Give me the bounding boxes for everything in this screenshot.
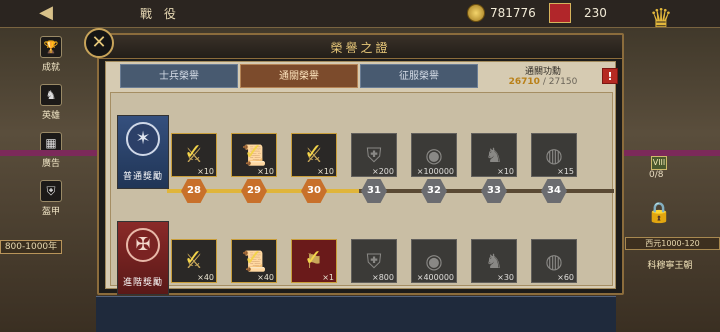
left-era-label[interactable]: 800-1000年 (0, 240, 62, 254)
normal-reward-6[interactable]: ♞ ×10 (471, 133, 517, 177)
trophy-icon: 🏆 (40, 36, 62, 58)
reward-quantity: ×60 (557, 273, 574, 282)
advanced-reward-1[interactable]: ⚔ ✓ ×40 (171, 239, 217, 283)
normal-reward-2[interactable]: 📜 ✓ ×10 (231, 133, 277, 177)
check-icon: ✓ (244, 246, 263, 271)
check-icon: ✓ (304, 246, 323, 271)
reward-quantity: ×10 (197, 167, 214, 176)
level-node-31: 31 (361, 179, 387, 203)
normal-reward-label: 普通獎勵 (122, 172, 163, 182)
normal-reward-5[interactable]: ◉ ×100000 (411, 133, 457, 177)
reward-quantity: ×1 (322, 273, 334, 282)
normal-reward-1[interactable]: ⚔ ✓ ×10 (171, 133, 217, 177)
modal-header: 榮譽之證 (99, 35, 622, 59)
red-banner-icon (549, 3, 571, 23)
reward-quantity: ×30 (497, 273, 514, 282)
modal-title: 榮譽之證 (330, 41, 391, 55)
lock-icon: 🔒 (646, 200, 672, 224)
advanced-reward-4[interactable]: ⛨ ×800 (351, 239, 397, 283)
advanced-reward-2[interactable]: 📜 ✓ ×40 (231, 239, 277, 283)
reward-quantity: ×800 (372, 273, 394, 282)
normal-reward-badge: ✶ 普通獎勵 (117, 115, 169, 189)
close-x-icon[interactable]: ✕ (84, 28, 114, 58)
advanced-reward-badge: ✠ 進階獎勵 (117, 221, 169, 295)
reward-quantity: ×15 (557, 167, 574, 176)
era-date: 西元1000-120 (625, 237, 720, 250)
hero-icon: ♞ (40, 84, 62, 106)
reward-quantity: ×40 (257, 273, 274, 282)
back-arrow-icon[interactable]: ◀ (30, 2, 62, 24)
reward-quantity: ×100000 (416, 167, 454, 176)
tab-clear-honor[interactable]: 通關榮譽 (240, 64, 358, 88)
star-emblem-icon: ✶ (126, 122, 160, 156)
modal-body: 士兵榮譽 通關榮譽 征服榮譽 通關功勳 26710 / 27150 ! ✶ 普通… (105, 61, 618, 295)
tab-bar: 士兵榮譽 通關榮譽 征服榮譽 通關功勳 26710 / 27150 ! (120, 64, 618, 88)
advanced-reward-label: 進階獎勵 (122, 278, 163, 288)
era-progress: 0/8 (649, 170, 664, 180)
level-node-33: 33 (481, 179, 507, 203)
gold-coin-icon (467, 4, 485, 22)
cross-emblem-icon: ✠ (126, 228, 160, 262)
check-icon: ✓ (184, 140, 203, 165)
reward-quantity: ×10 (497, 167, 514, 176)
level-node-29: 29 (241, 179, 267, 203)
side-item-achievements[interactable]: 🏆 成就 (36, 36, 66, 82)
merit-counter: 通關功勳 26710 / 27150 (484, 64, 602, 88)
side-item-armor[interactable]: ⛨ 盔甲 (36, 180, 66, 226)
level-node-34: 34 (541, 179, 567, 203)
advanced-reward-5[interactable]: ◉ ×400000 (411, 239, 457, 283)
gold-amount: 781776 (490, 6, 536, 20)
check-icon: ✓ (304, 140, 323, 165)
side-item-heroes[interactable]: ♞ 英雄 (36, 84, 66, 130)
normal-reward-7[interactable]: ◍ ×15 (531, 133, 577, 177)
advanced-reward-7[interactable]: ◍ ×60 (531, 239, 577, 283)
normal-reward-3[interactable]: ⚔ ✓ ×10 (291, 133, 337, 177)
honor-modal: 榮譽之證 士兵榮譽 通關榮譽 征服榮譽 通關功勳 26710 / 27150 !… (97, 33, 624, 295)
level-node-28: 28 (181, 179, 207, 203)
reward-tracks: ✶ 普通獎勵 ✠ 進階獎勵 ⚔ ✓ ×10 📜 ✓ ×10 ⚔ ✓ ×10 ⛨ ×200 ◉ ×1000… (110, 92, 614, 295)
reward-quantity: ×400000 (416, 273, 454, 282)
tab-soldier-honor[interactable]: 士兵榮譽 (120, 64, 238, 88)
reward-quantity: ×10 (257, 167, 274, 176)
era-name[interactable]: 科穆寧王朝 (620, 258, 720, 271)
level-node-32: 32 (421, 179, 447, 203)
check-icon: ✓ (184, 246, 203, 271)
reward-quantity: ×200 (372, 167, 394, 176)
era-badge: VIII (651, 156, 667, 170)
merit-value: 26710 / 27150 (508, 77, 578, 87)
advanced-reward-3[interactable]: ⚑ ✓ ×1 (291, 239, 337, 283)
reward-quantity: ×40 (197, 273, 214, 282)
armor-icon: ⛨ (40, 180, 62, 202)
level-node-30: 30 (301, 179, 327, 203)
check-icon: ✓ (244, 140, 263, 165)
scene-title: 戰 役 (140, 7, 180, 21)
normal-reward-4[interactable]: ⛨ ×200 (351, 133, 397, 177)
tab-conquest-honor[interactable]: 征服榮譽 (360, 64, 478, 88)
info-icon[interactable]: ! (602, 68, 618, 84)
side-menu: 🏆 成就 ♞ 英雄 ▦ 廣告 ⛨ 盔甲 (36, 34, 66, 226)
bottom-dock (96, 296, 616, 332)
merit-label: 通關功勳 (524, 67, 561, 77)
crown-icon[interactable]: ♛ (640, 4, 682, 36)
advanced-reward-6[interactable]: ♞ ×30 (471, 239, 517, 283)
top-bar: ◀ 戰 役 781776 230 ♛ (0, 0, 720, 34)
reward-quantity: ×10 (317, 167, 334, 176)
banner-amount: 230 (584, 6, 607, 20)
